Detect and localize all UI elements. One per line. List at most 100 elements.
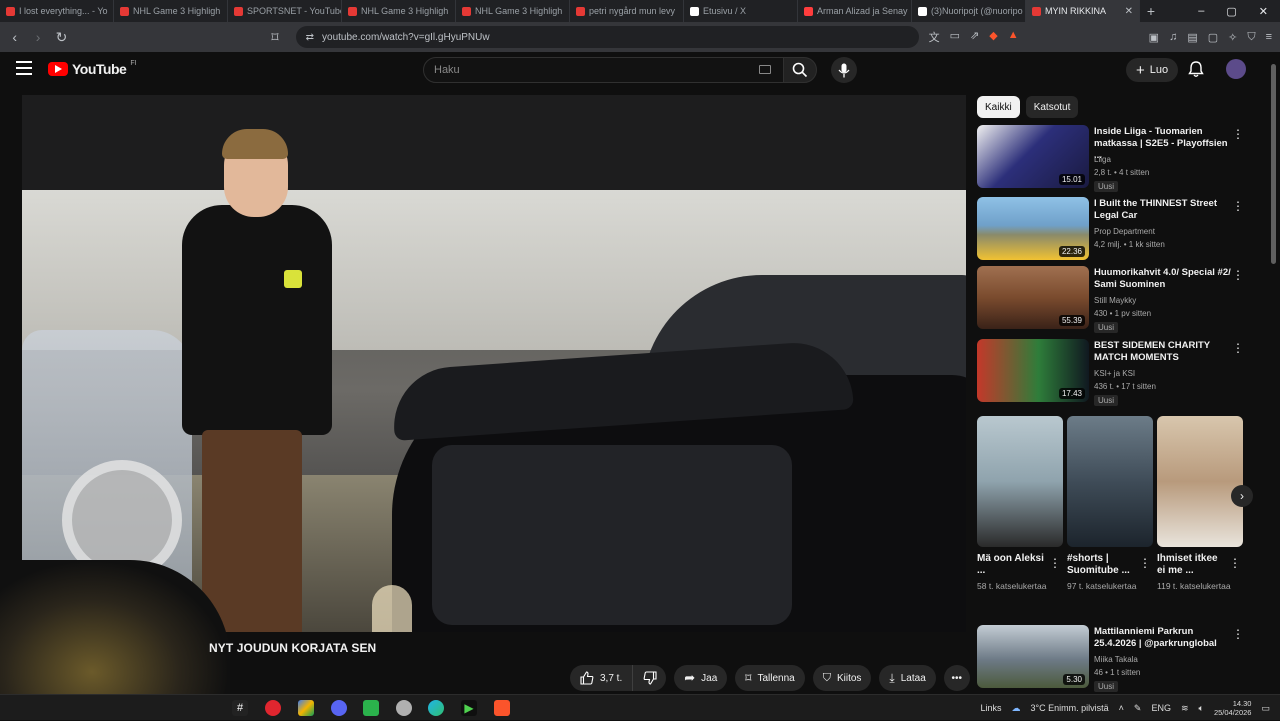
browser-tab[interactable]: NHL Game 3 Highligh [342, 0, 456, 22]
maximize-button[interactable]: ▢ [1226, 5, 1236, 18]
sidebar-toggle-icon[interactable]: ▣ [1149, 31, 1159, 44]
discord-icon[interactable] [331, 700, 347, 716]
more-vertical-icon[interactable]: ⋮ [1232, 341, 1244, 355]
address-bar[interactable]: ⇄ youtube.com/watch?v=gIl.gHyuPNUw [295, 26, 919, 48]
recommendation-title[interactable]: Inside Liiga - Tuomarien matkassa | S2E5… [1094, 126, 1234, 162]
short-thumbnail[interactable] [977, 416, 1063, 547]
reload-icon[interactable]: ↻ [55, 29, 68, 46]
chevron-up-icon[interactable]: ˄ [1119, 703, 1124, 713]
more-vertical-icon[interactable]: ⋮ [1232, 199, 1244, 213]
more-vertical-icon[interactable]: ⋮ [1232, 268, 1244, 282]
dislike-button[interactable] [632, 665, 667, 691]
media-player-icon[interactable]: ▶ [461, 700, 477, 716]
browser-tab[interactable]: (3)Nuoripojt (@nuoripo [912, 0, 1026, 22]
video-thumbnail[interactable]: 17.43 [977, 339, 1089, 402]
recommendation-item[interactable]: 15.01 Inside Liiga - Tuomarien matkassa … [977, 125, 1257, 192]
weather-text[interactable]: 3°C Enimm. pilvistä [1031, 703, 1109, 713]
video-thumbnail[interactable]: 22.36 [977, 197, 1089, 260]
brave-browser-icon[interactable] [494, 700, 510, 716]
channel-name[interactable]: Prop Department [1094, 227, 1155, 236]
chip-all[interactable]: Kaikki [977, 96, 1020, 118]
share-button[interactable]: ➦ Jaa [674, 665, 728, 691]
short-title[interactable]: #shorts | Suomitube ... [1067, 553, 1137, 577]
app-grid-icon[interactable]: # [232, 700, 248, 716]
more-vertical-icon[interactable]: ⋮ [1229, 556, 1241, 570]
channel-name[interactable]: Miika Takala [1094, 655, 1138, 664]
browser-tab[interactable]: Arman Alizad ja Senay [798, 0, 912, 22]
settings-app-icon[interactable] [396, 700, 412, 716]
vpn-icon[interactable]: ⛉ [1247, 31, 1255, 44]
brave-rewards-icon[interactable]: ▲ [1008, 29, 1019, 45]
recommendation-title[interactable]: Huumorikahvit 4.0/ Special #2/ Sami Suom… [1094, 267, 1234, 291]
notification-center-icon[interactable]: ▭ [1261, 703, 1270, 714]
pen-icon[interactable]: ✎ [1134, 703, 1142, 714]
recommendation-item[interactable]: 5.30 Mattilanniemi Parkrun 25.4.2026 | @… [977, 625, 1257, 692]
chip-watched[interactable]: Katsotut [1025, 96, 1079, 118]
search-button[interactable] [783, 57, 817, 83]
more-vertical-icon[interactable]: ⋮ [1232, 627, 1244, 641]
short-thumbnail[interactable] [1067, 416, 1153, 547]
recommendation-title[interactable]: Mattilanniemi Parkrun 25.4.2026 | @parkr… [1094, 626, 1234, 650]
thanks-button[interactable]: ⛉ Kiitos [812, 665, 872, 691]
close-tab-icon[interactable]: ✕ [1125, 6, 1133, 17]
wifi-icon[interactable]: ≋ [1181, 703, 1189, 714]
browser-tab[interactable]: Etusivu / X [684, 0, 798, 22]
more-vertical-icon[interactable]: ⋮ [1232, 127, 1244, 141]
channel-name[interactable]: Liiga [1094, 155, 1111, 164]
short-title[interactable]: Ihmiset itkee ei me ... [1157, 553, 1227, 577]
opera-icon[interactable] [265, 700, 281, 716]
create-button[interactable]: + Luo [1126, 58, 1179, 82]
download-button[interactable]: ⤓ Lataa [879, 665, 936, 691]
hamburger-menu-icon[interactable] [16, 61, 32, 75]
recommendation-title[interactable]: BEST SIDEMEN CHARITY MATCH MOMENTS [1094, 340, 1234, 364]
reader-icon[interactable]: ▤ [1187, 31, 1197, 44]
short-thumbnail[interactable] [1157, 416, 1243, 547]
clock[interactable]: 14.30 25/04/2026 [1214, 699, 1252, 717]
recommendation-item[interactable]: 22.36 I Built the THINNEST Street Legal … [977, 197, 1257, 263]
site-info-icon[interactable]: ⇄ [306, 32, 314, 43]
recommendation-title[interactable]: I Built the THINNEST Street Legal Car [1094, 198, 1234, 222]
browser-tab[interactable]: NHL Game 3 Highligh [456, 0, 570, 22]
video-thumbnail[interactable]: 15.01 [977, 125, 1089, 188]
more-vertical-icon[interactable]: ⋮ [1139, 556, 1151, 570]
short-item[interactable]: Ihmiset itkee ei me ... 119 t. katseluke… [1157, 416, 1243, 592]
language-indicator[interactable]: ENG [1151, 703, 1171, 713]
video-thumbnail[interactable]: 55.39 [977, 266, 1089, 329]
leo-icon[interactable]: ✧ [1228, 31, 1237, 44]
scrollbar-thumb[interactable] [1271, 64, 1276, 264]
like-button[interactable]: 3,7 t. [570, 665, 633, 691]
new-tab-button[interactable]: + [1140, 3, 1162, 19]
recommendation-item[interactable]: 55.39 Huumorikahvit 4.0/ Special #2/ Sam… [977, 266, 1257, 333]
shorts-next-button[interactable]: › [1231, 485, 1253, 507]
browser-tab[interactable]: SPORTSNET - YouTube [228, 0, 342, 22]
links-toolbar[interactable]: Links [981, 703, 1002, 713]
save-button[interactable]: ⌑ Tallenna [735, 665, 805, 691]
short-item[interactable]: Mä oon Aleksi ... 58 t. katselukertaa ⋮ [977, 416, 1063, 592]
voice-search-button[interactable] [831, 57, 857, 83]
video-player[interactable] [22, 95, 966, 632]
back-arrow-icon[interactable]: ‹ [8, 29, 21, 45]
edge-icon[interactable] [428, 700, 444, 716]
browser-tab[interactable]: petri nygård mun levy [570, 0, 684, 22]
short-title[interactable]: Mä oon Aleksi ... [977, 553, 1047, 577]
page-scrollbar[interactable] [1268, 52, 1278, 694]
more-vertical-icon[interactable]: ⋮ [1049, 556, 1061, 570]
volume-icon[interactable]: 🔈︎ [1199, 703, 1204, 714]
short-item[interactable]: #shorts | Suomitube ... 97 t. katseluker… [1067, 416, 1153, 592]
cast-icon[interactable]: ▭ [950, 29, 960, 45]
video-thumbnail[interactable]: 5.30 [977, 625, 1089, 688]
browser-tab[interactable]: I lost everything... - Yo [0, 0, 114, 22]
channel-name[interactable]: KSI+ ja KSI [1094, 369, 1135, 378]
close-window-button[interactable]: ✕ [1259, 5, 1268, 18]
channel-name[interactable]: Still Maykky [1094, 296, 1136, 305]
recommendation-item[interactable]: 17.43 BEST SIDEMEN CHARITY MATCH MOMENTS… [977, 339, 1257, 406]
forward-arrow-icon[interactable]: › [31, 29, 44, 45]
account-avatar[interactable] [1226, 59, 1246, 79]
search-input[interactable]: Haku [423, 57, 784, 83]
translate-icon[interactable]: 文 [929, 29, 940, 45]
keyboard-icon[interactable] [759, 65, 771, 74]
brave-shields-icon[interactable]: ◆ [989, 29, 997, 45]
notifications-button[interactable] [1188, 61, 1204, 83]
more-actions-button[interactable]: ••• [943, 665, 970, 691]
youtube-logo[interactable]: YouTube FI [48, 60, 137, 77]
